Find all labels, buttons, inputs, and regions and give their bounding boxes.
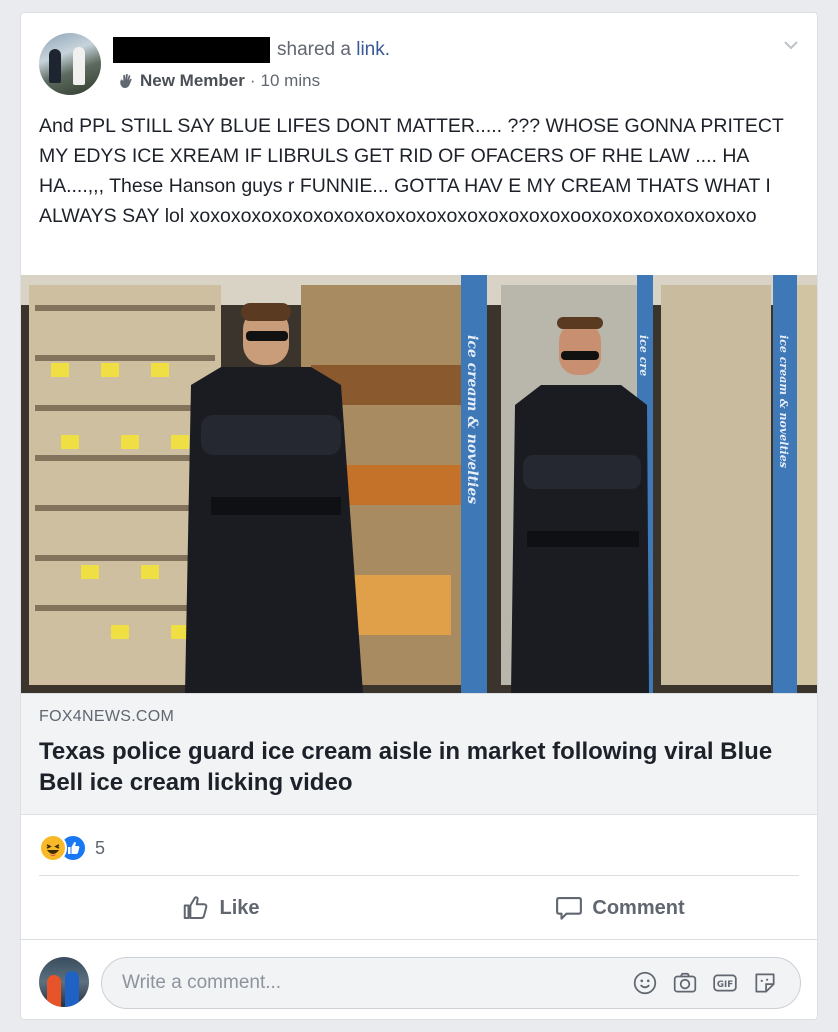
link-domain: FOX4NEWS.COM <box>39 708 175 725</box>
comment-box: GIF <box>101 957 801 1009</box>
shared-prefix: shared a <box>277 39 351 60</box>
divider <box>21 939 817 940</box>
member-badge[interactable]: New Member <box>140 71 245 91</box>
time-separator: · <box>249 71 256 90</box>
post-card: shared a link. New Member · 10 mins And … <box>20 12 818 1020</box>
post-meta: New Member · 10 mins <box>117 71 320 91</box>
post-time[interactable]: 10 mins <box>261 71 321 91</box>
wave-icon <box>120 74 132 89</box>
reaction-count[interactable]: 5 <box>95 838 105 859</box>
link-preview[interactable]: FOX4NEWS.COM Texas police guard ice crea… <box>21 693 817 815</box>
comment-input[interactable] <box>102 957 632 1009</box>
comment-icon <box>556 896 583 920</box>
comment-button[interactable]: Comment <box>420 877 817 939</box>
like-label: Like <box>219 896 260 919</box>
reactions-summary[interactable]: 5 <box>39 833 105 863</box>
freezer-sign-1: ice cream & novelties <box>464 335 480 504</box>
svg-text:GIF: GIF <box>717 980 733 990</box>
freezer-sign-3: ice cream & novelties <box>777 335 790 468</box>
comment-label: Comment <box>592 896 685 919</box>
poster-avatar[interactable] <box>39 33 101 95</box>
redacted-name <box>113 37 270 63</box>
haha-reaction-icon <box>39 834 67 862</box>
like-button[interactable]: Like <box>21 877 420 939</box>
post-text: And PPL STILL SAY BLUE LIFES DONT MATTER… <box>39 115 789 227</box>
link-headline[interactable]: Texas police guard ice cream aisle in ma… <box>39 736 789 798</box>
divider <box>39 875 799 876</box>
comment-tools: GIF <box>632 970 800 996</box>
camera-icon[interactable] <box>672 970 698 996</box>
shared-link[interactable]: link. <box>356 39 390 60</box>
emoji-icon[interactable] <box>632 970 658 996</box>
shared-text: shared a link. <box>277 39 390 61</box>
police-ice-cream-photo: ice cream & novelties ice cre ice cream … <box>21 275 817 693</box>
gif-icon[interactable]: GIF <box>712 970 738 996</box>
link-preview-image[interactable]: ice cream & novelties ice cre ice cream … <box>21 275 817 693</box>
chevron-down-icon[interactable] <box>781 35 801 55</box>
commenter-avatar[interactable] <box>39 957 89 1007</box>
thumbs-up-icon <box>184 896 208 919</box>
sticker-icon[interactable] <box>752 970 778 996</box>
freezer-sign-2: ice cre <box>637 335 650 376</box>
action-bar: Like Comment <box>21 877 817 939</box>
